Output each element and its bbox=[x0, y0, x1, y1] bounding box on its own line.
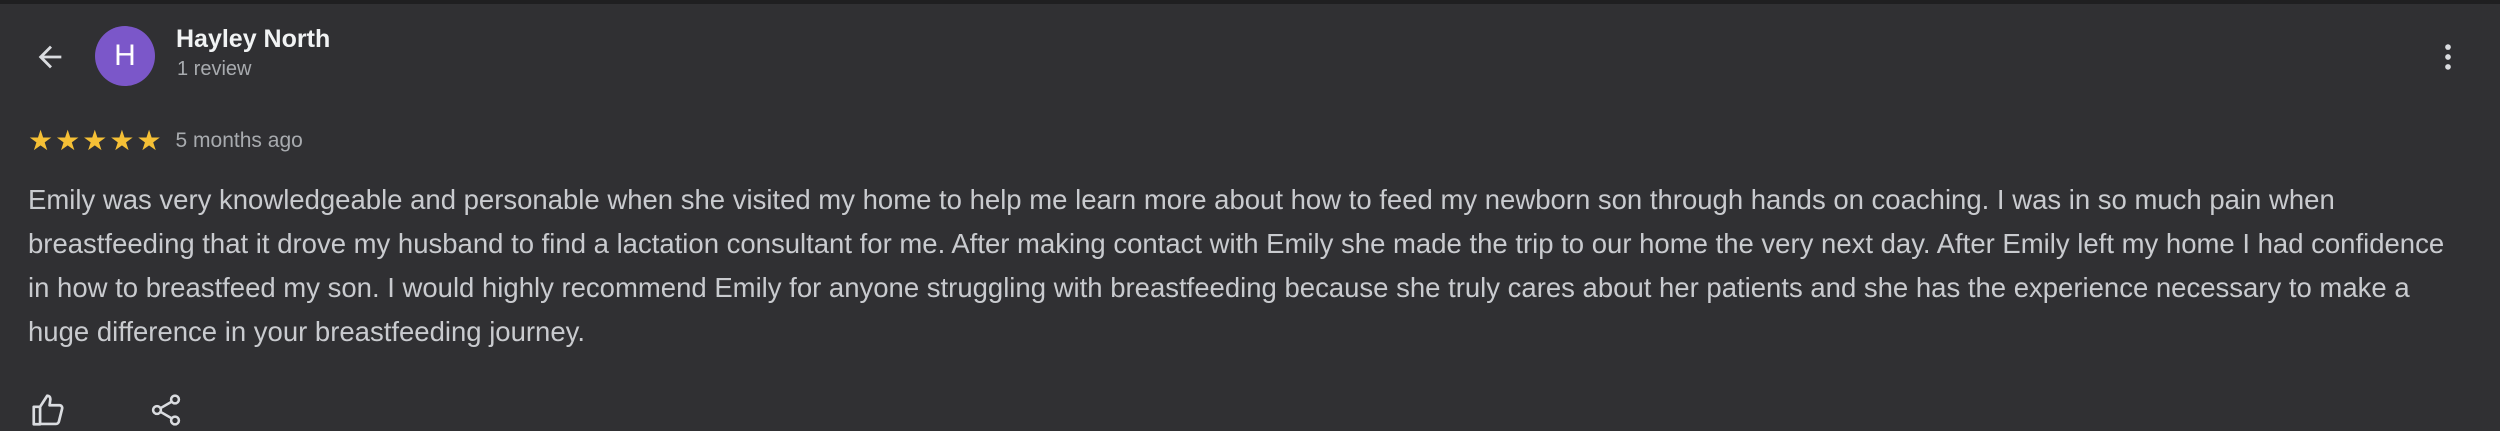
author-name[interactable]: Hayley North bbox=[176, 25, 330, 54]
avatar[interactable]: H bbox=[95, 26, 155, 86]
author-review-count: 1 review bbox=[177, 58, 252, 80]
star-icon: ★ bbox=[109, 125, 135, 156]
review-actions bbox=[24, 386, 190, 431]
review-date: 5 months ago bbox=[175, 129, 303, 152]
star-icon: ★ bbox=[82, 125, 108, 156]
back-button[interactable] bbox=[22, 29, 78, 85]
avatar-initial: H bbox=[114, 39, 136, 72]
like-button[interactable] bbox=[24, 386, 72, 431]
star-rating: ★ ★ ★ ★ ★ bbox=[28, 127, 162, 155]
more-options-button[interactable] bbox=[2422, 31, 2474, 83]
share-icon bbox=[151, 394, 181, 426]
arrow-left-icon bbox=[38, 45, 62, 69]
star-icon: ★ bbox=[28, 125, 54, 156]
star-icon: ★ bbox=[136, 125, 162, 156]
rating-row: ★ ★ ★ ★ ★ 5 months ago bbox=[28, 127, 303, 155]
thumbs-up-icon bbox=[32, 394, 64, 426]
more-vert-icon bbox=[2445, 44, 2451, 70]
share-button[interactable] bbox=[142, 386, 190, 431]
review-card: H Hayley North 1 review ★ ★ ★ ★ ★ 5 months a… bbox=[0, 0, 2500, 431]
star-icon: ★ bbox=[55, 125, 81, 156]
review-text: Emily was very knowledgeable and persona… bbox=[28, 184, 2445, 347]
